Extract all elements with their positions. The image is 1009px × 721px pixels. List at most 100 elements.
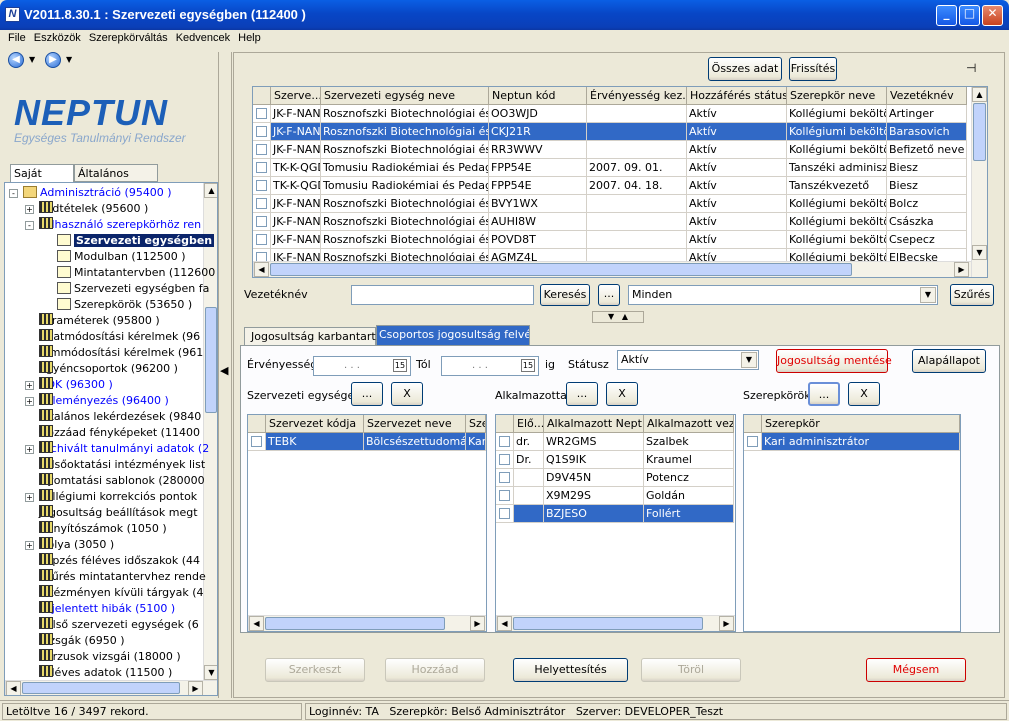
tree-expander-icon[interactable]: + xyxy=(25,541,34,550)
search-more-button[interactable]: ... xyxy=(598,284,620,306)
scroll-thumb[interactable] xyxy=(270,263,852,276)
row-checkbox[interactable] xyxy=(747,436,758,447)
tree-item[interactable]: Lejelentett hibák (5100 ) xyxy=(39,601,175,617)
scroll-thumb[interactable] xyxy=(205,307,217,413)
column-header[interactable]: Érvényesség kez... xyxy=(587,87,687,105)
chevron-down-icon[interactable]: ▼ xyxy=(741,352,757,368)
tree-vertical-scrollbar[interactable]: ▲ ▼ xyxy=(203,183,217,680)
tree-expander-icon[interactable]: + xyxy=(25,397,34,406)
tree-item[interactable]: Felsőoktatási intézmények list xyxy=(39,457,205,473)
lastname-input[interactable] xyxy=(351,285,534,305)
row-select-cell[interactable] xyxy=(253,231,271,249)
menu-help[interactable]: Help xyxy=(234,30,265,46)
column-header[interactable]: Szerepkör xyxy=(762,415,960,433)
collapse-left-icon[interactable]: ◀ xyxy=(220,364,228,377)
scroll-right-icon[interactable]: ▶ xyxy=(470,616,485,631)
tree-item[interactable]: Hozzáad fényképeket (11400 xyxy=(39,425,200,441)
tree-item[interactable]: Irányítószámok (1050 ) xyxy=(39,521,167,537)
row-select-cell[interactable] xyxy=(253,159,271,177)
tree-item[interactable]: Kurzusok vizsgái (18000 ) xyxy=(39,649,181,665)
substitute-button[interactable]: Helyettesítés xyxy=(513,658,628,682)
grid-horizontal-scrollbar[interactable]: ◀ ▶ xyxy=(496,615,735,631)
tree-item[interactable]: Gólya (3050 ) xyxy=(39,537,114,553)
column-header[interactable]: Szervezeti egység neve xyxy=(321,87,489,105)
org-units-more-button[interactable]: ... xyxy=(351,382,383,406)
tree-item[interactable]: Szűrés mintatantervhez rende xyxy=(39,569,206,585)
menu-tools[interactable]: Eszközök xyxy=(30,30,85,46)
scroll-thumb[interactable] xyxy=(22,682,180,694)
back-icon[interactable]: ◀ xyxy=(8,52,24,68)
refresh-button[interactable]: Frissítés xyxy=(789,57,837,81)
tab-group-permission[interactable]: Csoportos jogosultság felvétel xyxy=(376,325,530,345)
tree-item[interactable]: Képzés féléves időszakok (44 xyxy=(39,553,200,569)
forward-dropdown-icon[interactable]: ▼ xyxy=(66,55,72,64)
scroll-right-icon[interactable]: ▶ xyxy=(188,681,203,695)
cancel-button[interactable]: Mégsem xyxy=(866,658,966,682)
row-checkbox[interactable] xyxy=(256,198,267,209)
calendar-icon[interactable]: 15 xyxy=(521,359,535,372)
row-select-cell[interactable] xyxy=(496,469,514,487)
tree-item[interactable]: Külső szervezeti egységek (6 xyxy=(39,617,199,633)
tree-item[interactable]: Nyomtatási sablonok (280000 xyxy=(39,473,205,489)
row-select-cell[interactable] xyxy=(253,105,271,123)
tree-item[interactable]: VOK (96300 ) xyxy=(39,377,113,393)
row-select-cell[interactable] xyxy=(496,433,514,451)
tree-item[interactable]: Modulban (112500 ) xyxy=(57,249,186,265)
row-select-cell[interactable] xyxy=(253,177,271,195)
row-checkbox[interactable] xyxy=(499,508,510,519)
tree-horizontal-scrollbar[interactable]: ◀ ▶ xyxy=(5,680,217,695)
pin-icon[interactable]: ⊣ xyxy=(966,61,976,75)
forward-icon[interactable]: ▶ xyxy=(45,52,61,68)
row-select-cell[interactable] xyxy=(248,433,266,451)
minimize-button[interactable]: _ xyxy=(936,5,957,26)
employees-clear-button[interactable]: X xyxy=(606,382,638,406)
tree-item[interactable]: Vizsgák (6950 ) xyxy=(39,633,125,649)
scroll-down-icon[interactable]: ▼ xyxy=(204,665,217,680)
tree-expander-icon[interactable]: + xyxy=(25,493,34,502)
row-select-cell[interactable] xyxy=(253,213,271,231)
tab-general-menu[interactable]: Általános menü xyxy=(74,164,158,193)
tree-expander-icon[interactable]: + xyxy=(25,205,34,214)
tree-item[interactable]: Szervezeti egységben xyxy=(57,233,215,249)
scroll-left-icon[interactable]: ◀ xyxy=(497,616,512,631)
menu-file[interactable]: File xyxy=(4,30,30,46)
title-bar[interactable]: N V2011.8.30.1 : Szervezeti egységben (1… xyxy=(0,0,1009,30)
row-select-cell[interactable] xyxy=(744,433,762,451)
scroll-up-icon[interactable]: ▲ xyxy=(972,87,987,102)
row-checkbox[interactable] xyxy=(499,436,510,447)
scroll-thumb[interactable] xyxy=(973,103,986,161)
column-header[interactable]: Elő... xyxy=(514,415,544,433)
column-header[interactable]: Alkalmazott Nept... xyxy=(544,415,644,433)
menu-role-switch[interactable]: Szerepkörváltás xyxy=(85,30,172,46)
row-checkbox[interactable] xyxy=(499,490,510,501)
save-permission-button[interactable]: Jogosultság mentése xyxy=(776,349,892,373)
maximize-button[interactable]: □ xyxy=(959,5,980,26)
tree-expander-icon[interactable]: + xyxy=(25,381,34,390)
close-button[interactable]: ✕ xyxy=(982,5,1003,26)
tree-item[interactable]: Intézményen kívüli tárgyak (4 xyxy=(39,585,204,601)
roles-more-button[interactable]: ... xyxy=(808,382,840,406)
back-dropdown-icon[interactable]: ▼ xyxy=(29,55,35,64)
filter-button[interactable]: Szűrés xyxy=(950,284,994,306)
grid-horizontal-scrollbar[interactable]: ◀ ▶ xyxy=(248,615,486,631)
search-button[interactable]: Keresés xyxy=(540,284,590,306)
row-select-cell[interactable] xyxy=(253,141,271,159)
column-header[interactable]: Vezetéknév xyxy=(887,87,967,105)
tree-item[interactable]: Egyéncsoportok (96200 ) xyxy=(39,361,178,377)
tree-item[interactable]: Véleményezés (96400 ) xyxy=(39,393,169,409)
filter-select[interactable]: Minden xyxy=(628,285,938,305)
grid-horizontal-scrollbar[interactable]: ◀ ▶ xyxy=(253,261,971,277)
scroll-up-icon[interactable]: ▲ xyxy=(204,183,217,198)
tree-expander-icon[interactable]: - xyxy=(25,221,34,230)
tab-own-menu[interactable]: Saját menü xyxy=(10,164,74,193)
scroll-left-icon[interactable]: ◀ xyxy=(249,616,264,631)
row-checkbox[interactable] xyxy=(256,144,267,155)
tree-item[interactable]: Mintatantervben (112600 xyxy=(57,265,215,281)
tree-item[interactable]: Szerepkörök (53650 ) xyxy=(57,297,192,313)
tree-item[interactable]: Adatmódosítási kérelmek (96 xyxy=(39,329,200,345)
column-header[interactable]: Neptun kód xyxy=(489,87,587,105)
column-header[interactable]: Hozzáférés státus... xyxy=(687,87,787,105)
tree-item[interactable]: Kollégiumi korrekciós pontok xyxy=(39,489,197,505)
tree-item[interactable]: Kódtételek (95600 ) xyxy=(39,201,148,217)
tree-item[interactable]: Felhasználó szerepkörhöz ren xyxy=(39,217,201,233)
